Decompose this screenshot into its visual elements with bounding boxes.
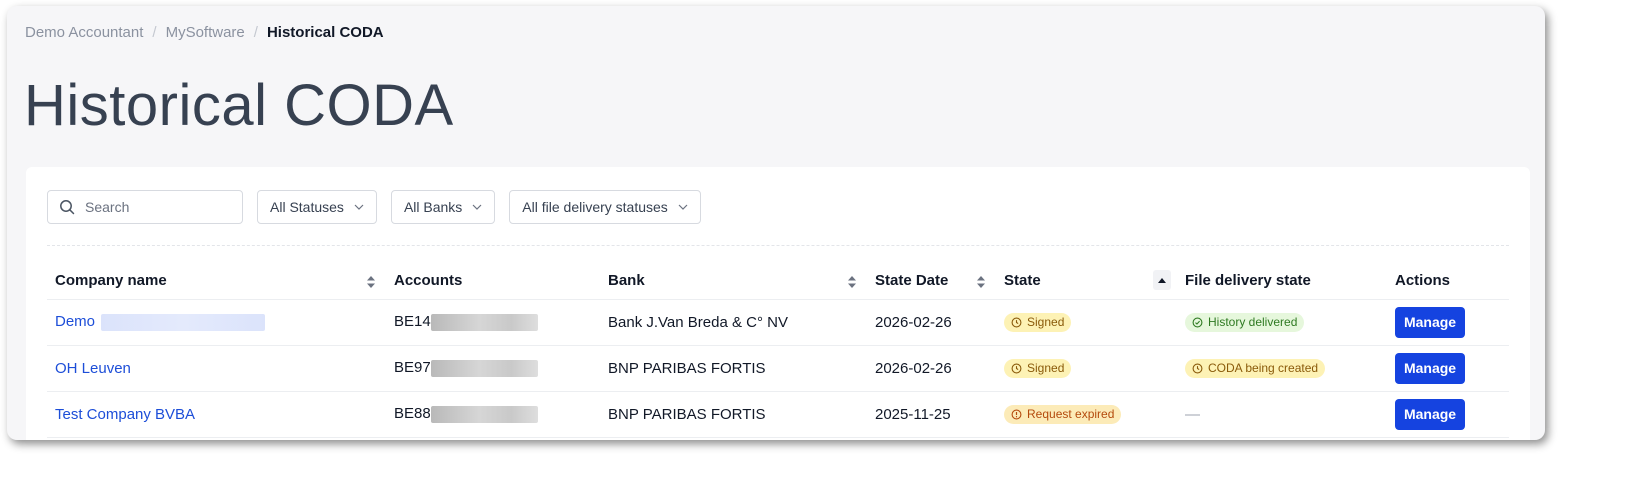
table-row: Demo BE14 Bank J.Van Breda & C° NV 2026-… [47,299,1509,346]
state-cell: Request expired [996,391,1177,438]
company-cell: Test Company BVBA [47,391,386,438]
delivery-cell: CODA being created [1177,345,1387,392]
search-input[interactable] [85,199,225,215]
bank-cell: Bank J.Van Breda & C° NV [600,299,867,346]
sort-ascending-icon[interactable] [1153,270,1171,290]
page-title: Historical CODA [24,73,454,138]
column-header-state[interactable]: State [996,263,1177,300]
status-badge-label: Signed [1027,315,1065,329]
account-cell: BE14 [386,299,600,346]
delivery-filter-value: All file delivery statuses [522,199,668,215]
actions-cell: Manage [1387,345,1509,392]
table-row: Test Company BVBA BE88 BNP PARIBAS FORTI… [47,391,1509,438]
column-header-label: File delivery state [1185,272,1311,290]
redacted-text [430,405,538,423]
breadcrumb-item-current: Historical CODA [266,24,384,41]
clock-icon [1011,317,1022,327]
empty-value: — [1185,405,1200,423]
column-header-label: Accounts [394,272,463,290]
status-badge-label: Signed [1027,361,1065,375]
breadcrumb-separator: / [152,24,157,41]
chevron-down-icon [354,204,364,210]
status-badge: Signed [1004,312,1072,332]
manage-button[interactable]: Manage [1395,306,1465,338]
state-cell: Signed [996,345,1177,392]
breadcrumb: Demo Accountant / MySoftware / Historica… [25,24,384,41]
chevron-down-icon [678,204,688,210]
column-header-label: State Date [875,272,949,290]
state-cell: Signed [996,299,1177,346]
account-number: BE97 [394,359,431,377]
breadcrumb-item-mysoftware[interactable]: MySoftware [166,24,245,41]
redacted-text [430,313,538,331]
sort-icon[interactable] [847,275,857,289]
status-badge-label: Request expired [1027,407,1115,421]
search-icon [60,200,75,215]
status-filter-value: All Statuses [270,199,344,215]
state-date-cell: 2026-02-26 [867,345,996,392]
delivery-badge: CODA being created [1185,358,1326,378]
delivery-filter-dropdown[interactable]: All file delivery statuses [509,190,701,224]
column-header-label: State [1004,272,1041,290]
company-cell: Demo [47,299,386,346]
bank-cell: BNP PARIBAS FORTIS [600,345,867,392]
state-date-cell: 2026-02-26 [867,299,996,346]
actions-cell: Manage [1387,391,1509,438]
account-number: BE88 [394,405,431,423]
breadcrumb-item-demo-accountant[interactable]: Demo Accountant [25,24,143,41]
coda-table-card: All Statuses All Banks All file delivery… [26,167,1530,440]
status-badge: Signed [1004,358,1072,378]
column-header-label: Bank [608,272,645,290]
check-circle-icon [1192,317,1203,327]
alert-circle-icon [1011,409,1022,419]
coda-table: Company name Accounts Bank State Date St… [47,263,1509,438]
filter-bar: All Statuses All Banks All file delivery… [47,190,715,224]
column-header-label: Company name [55,272,167,290]
company-link[interactable]: Demo [55,313,95,330]
bank-cell: BNP PARIBAS FORTIS [600,391,867,438]
sort-icon[interactable] [976,275,986,289]
bank-filter-value: All Banks [403,199,463,215]
sort-icon[interactable] [366,275,376,289]
column-header-file-delivery: File delivery state [1177,263,1387,300]
delivery-badge: History delivered [1185,312,1305,332]
manage-button[interactable]: Manage [1395,398,1465,430]
company-link[interactable]: OH Leuven [55,360,131,377]
state-date-cell: 2025-11-25 [867,391,996,438]
delivery-cell: — [1177,391,1387,438]
app-window: Demo Accountant / MySoftware / Historica… [7,6,1545,440]
chevron-down-icon [472,204,482,210]
bank-filter-dropdown[interactable]: All Banks [390,190,496,224]
column-header-bank[interactable]: Bank [600,263,867,300]
manage-button[interactable]: Manage [1395,352,1465,384]
column-header-accounts: Accounts [386,263,600,300]
company-cell: OH Leuven [47,345,386,392]
delivery-badge-label: History delivered [1208,315,1298,329]
column-header-actions: Actions [1387,263,1509,300]
company-link[interactable]: Test Company BVBA [55,406,195,423]
table-row: OH Leuven BE97 BNP PARIBAS FORTIS 2026-0… [47,345,1509,392]
search-box[interactable] [47,190,243,224]
status-filter-dropdown[interactable]: All Statuses [257,190,377,224]
account-cell: BE88 [386,391,600,438]
status-badge: Request expired [1004,404,1122,424]
column-header-state-date[interactable]: State Date [867,263,996,300]
breadcrumb-separator: / [253,24,258,41]
clock-icon [1192,363,1203,373]
table-header-row: Company name Accounts Bank State Date St… [47,263,1509,300]
delivery-badge-label: CODA being created [1208,361,1319,375]
column-header-label: Actions [1395,272,1451,290]
account-number: BE14 [394,313,431,331]
redacted-text [430,359,538,377]
divider [47,245,1509,246]
account-cell: BE97 [386,345,600,392]
redacted-text [101,313,266,331]
column-header-company[interactable]: Company name [47,263,386,300]
actions-cell: Manage [1387,299,1509,346]
delivery-cell: History delivered [1177,299,1387,346]
clock-icon [1011,363,1022,373]
